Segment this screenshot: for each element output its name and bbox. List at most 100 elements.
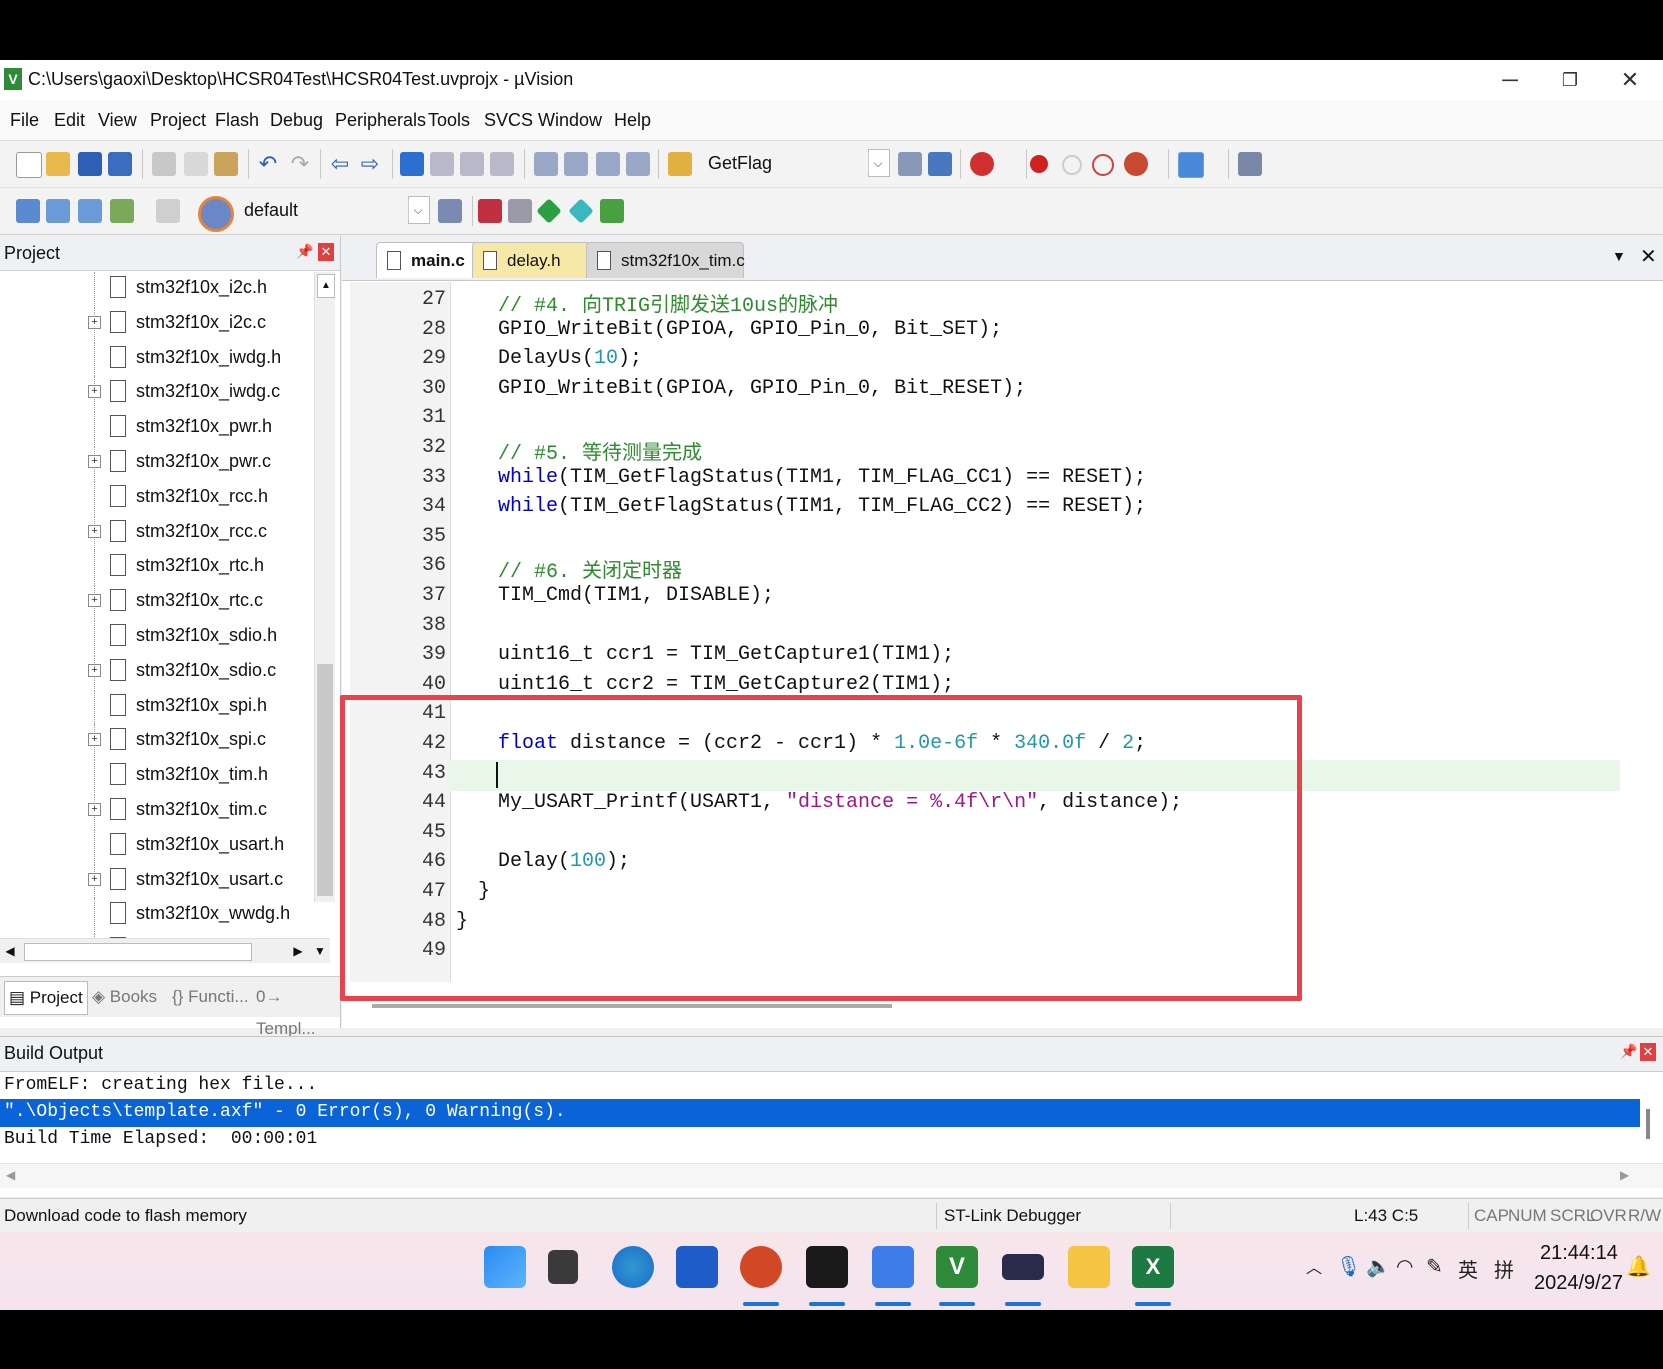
scroll-thumb[interactable] bbox=[317, 664, 333, 896]
tree-item[interactable]: + stm32f10x_usart.c bbox=[0, 863, 310, 898]
tree-item[interactable]: + stm32f10x_rtc.c bbox=[0, 585, 310, 620]
expand-icon[interactable]: + bbox=[88, 594, 101, 608]
menu-view[interactable]: View bbox=[98, 110, 137, 131]
output-line[interactable]: FromELF: creating hex file... bbox=[4, 1075, 317, 1095]
code-line[interactable]: GPIO_WriteBit(GPIOA, GPIO_Pin_0, Bit_SET… bbox=[498, 318, 1002, 341]
edge-icon[interactable] bbox=[612, 1246, 654, 1288]
bookmark-next-icon[interactable] bbox=[460, 152, 484, 176]
tree-item[interactable]: stm32f10x_iwdg.h bbox=[0, 341, 310, 376]
scroll-up-icon[interactable]: ▲ bbox=[317, 274, 335, 298]
code-line[interactable]: // #5. 等待测量完成 bbox=[498, 436, 702, 466]
powerpoint-icon[interactable] bbox=[740, 1246, 782, 1288]
output-line-selected[interactable]: ".\Objects\template.axf" - 0 Error(s), 0… bbox=[4, 1102, 566, 1122]
tree-item[interactable]: stm32f10x_rtc.h bbox=[0, 550, 310, 585]
scroll-left-icon[interactable]: ◀ bbox=[2, 941, 18, 961]
expand-icon[interactable]: + bbox=[88, 663, 101, 677]
tab-delay-h[interactable]: delay.h bbox=[472, 242, 590, 278]
copy-icon[interactable] bbox=[184, 152, 208, 176]
breakpoint-disable-icon[interactable] bbox=[1062, 155, 1082, 175]
pin-icon[interactable]: 📌 bbox=[296, 243, 313, 260]
bookmark-clear-icon[interactable] bbox=[490, 152, 514, 176]
tab-stm32f10x-tim-c[interactable]: stm32f10x_tim.c bbox=[586, 242, 745, 278]
tree-item[interactable]: stm32f10x_i2c.h bbox=[0, 272, 310, 306]
expand-icon[interactable]: + bbox=[88, 803, 101, 816]
ime-language[interactable]: 英 bbox=[1458, 1254, 1478, 1283]
breakpoint-icon[interactable] bbox=[1030, 155, 1048, 173]
window-layout-icon[interactable] bbox=[1178, 152, 1204, 178]
tree-item[interactable]: + stm32f10x_spi.c bbox=[0, 724, 310, 759]
menu-tools[interactable]: Tools bbox=[428, 110, 470, 131]
find-in-files-icon[interactable] bbox=[668, 152, 692, 176]
code-line[interactable]: DelayUs(10); bbox=[498, 347, 642, 370]
clock-date[interactable]: 2024/9/27 bbox=[1534, 1272, 1623, 1295]
folder-icon[interactable] bbox=[1068, 1246, 1110, 1288]
manage-project-icon[interactable] bbox=[508, 199, 532, 223]
code-line[interactable]: uint16_t ccr2 = TIM_GetCapture2(TIM1); bbox=[498, 673, 954, 696]
select-packs-icon[interactable] bbox=[568, 198, 594, 224]
cut-icon[interactable] bbox=[152, 152, 176, 176]
run-time-env-icon[interactable] bbox=[600, 199, 624, 223]
load-download-icon[interactable] bbox=[198, 196, 234, 232]
tree-item[interactable]: stm32f10x_wwdg.h bbox=[0, 898, 310, 933]
menu-flash[interactable]: Flash bbox=[215, 110, 259, 131]
configure-wrench-icon[interactable] bbox=[1238, 152, 1262, 176]
menu-project[interactable]: Project bbox=[150, 110, 206, 131]
uvision-taskbar-icon[interactable]: V bbox=[936, 1246, 978, 1288]
output-line[interactable]: Build Time Elapsed: 00:00:01 bbox=[4, 1129, 317, 1149]
undo-icon[interactable]: ↶ bbox=[256, 152, 280, 176]
uncomment-icon[interactable] bbox=[626, 152, 650, 176]
tab-books[interactable]: ◈ Books bbox=[88, 981, 161, 1013]
code-line[interactable]: uint16_t ccr1 = TIM_GetCapture1(TIM1); bbox=[498, 643, 954, 666]
pack-installer-icon[interactable] bbox=[536, 198, 562, 224]
menu-edit[interactable]: Edit bbox=[54, 110, 85, 131]
incremental-find-icon[interactable] bbox=[928, 152, 952, 176]
nav-back-icon[interactable]: ⇦ bbox=[328, 152, 352, 176]
restore-button[interactable]: ❐ bbox=[1540, 60, 1600, 100]
code-line[interactable]: while(TIM_GetFlagStatus(TIM1, TIM_FLAG_C… bbox=[498, 495, 1146, 518]
pin-icon[interactable]: 📌 bbox=[1620, 1043, 1637, 1060]
tab-list-dropdown-icon[interactable]: ▼ bbox=[1612, 248, 1626, 264]
find-combo-dropdown[interactable]: ⌵ bbox=[868, 149, 890, 177]
nav-forward-icon[interactable]: ⇨ bbox=[358, 152, 382, 176]
tab-templates[interactable]: 0→ Templ... bbox=[252, 981, 340, 1038]
clock-time[interactable]: 21:44:14 bbox=[1540, 1242, 1618, 1265]
indent-icon[interactable] bbox=[534, 152, 558, 176]
tree-item[interactable]: + stm32f10x_sdio.c bbox=[0, 654, 310, 689]
menu-debug[interactable]: Debug bbox=[270, 110, 323, 131]
terminal-icon[interactable] bbox=[1002, 1254, 1044, 1280]
tree-item[interactable]: stm32f10x_usart.h bbox=[0, 828, 310, 863]
comment-icon[interactable] bbox=[596, 152, 620, 176]
todo-icon[interactable] bbox=[676, 1246, 718, 1288]
menu-svcs[interactable]: SVCS bbox=[484, 110, 533, 131]
paste-icon[interactable] bbox=[214, 152, 238, 176]
close-icon[interactable]: ✕ bbox=[318, 243, 334, 261]
volume-icon[interactable]: 🔈 bbox=[1366, 1254, 1391, 1279]
tree-item[interactable]: + stm32f10x_pwr.c bbox=[0, 446, 310, 480]
tree-item[interactable]: + stm32f10x_tim.c bbox=[0, 794, 310, 828]
scroll-thumb[interactable] bbox=[24, 943, 252, 961]
expand-icon[interactable]: + bbox=[88, 385, 101, 399]
target-options-icon[interactable] bbox=[438, 199, 462, 223]
tree-item[interactable]: + stm32f10x_iwdg.c bbox=[0, 376, 310, 411]
editor-horizontal-scrollbar[interactable] bbox=[372, 1004, 892, 1008]
camera-icon[interactable] bbox=[806, 1246, 848, 1288]
stop-build-icon[interactable] bbox=[156, 199, 180, 223]
new-file-icon[interactable] bbox=[16, 152, 42, 178]
close-editor-icon[interactable]: ✕ bbox=[1640, 244, 1657, 269]
code-line[interactable]: TIM_Cmd(TIM1, DISABLE); bbox=[498, 584, 774, 607]
tab-project[interactable]: ▤ Project bbox=[4, 981, 88, 1015]
output-horizontal-scrollbar[interactable]: ◀ ▶ bbox=[0, 1163, 1663, 1188]
close-icon[interactable]: ✕ bbox=[1640, 1043, 1656, 1061]
menu-peripherals[interactable]: Peripherals bbox=[335, 110, 426, 131]
target-select-dropdown[interactable]: ⌵ bbox=[408, 196, 430, 224]
scroll-right-icon[interactable]: ▶ bbox=[1620, 1168, 1629, 1182]
ime-mode[interactable]: 拼 bbox=[1494, 1254, 1514, 1283]
pen-icon[interactable]: ✎ bbox=[1426, 1254, 1443, 1279]
find-combo[interactable]: GetFlag bbox=[700, 149, 888, 177]
target-select[interactable]: default bbox=[236, 196, 428, 224]
rebuild-icon[interactable] bbox=[78, 199, 102, 223]
save-icon[interactable] bbox=[78, 152, 102, 176]
tray-overflow-icon[interactable]: ︿ bbox=[1306, 1254, 1322, 1278]
file-manager-icon[interactable] bbox=[548, 1250, 578, 1284]
open-folder-icon[interactable] bbox=[46, 152, 70, 176]
